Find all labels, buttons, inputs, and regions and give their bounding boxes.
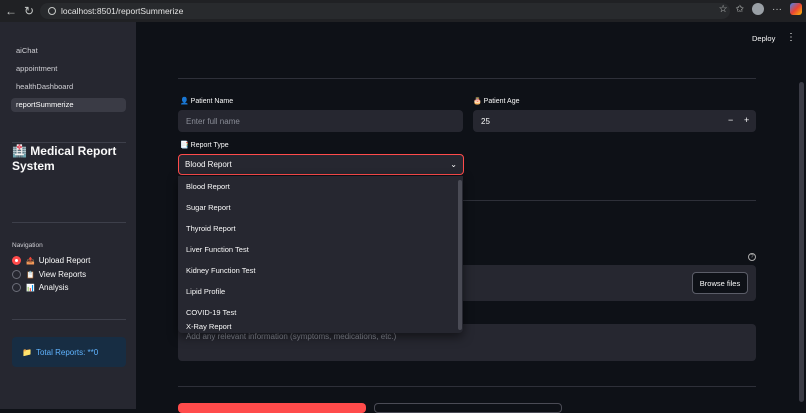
- dropdown-option[interactable]: Sugar Report: [178, 197, 463, 218]
- total-reports-text: Total Reports: **0: [35, 347, 99, 357]
- total-reports-info: 📁 Total Reports: **0: [12, 337, 126, 367]
- browser-right-icons: ☆ ✩ ···: [719, 3, 806, 15]
- patient-age-label: 🎂 Patient Age: [473, 98, 520, 105]
- dropdown-option[interactable]: Liver Function Test: [178, 239, 463, 260]
- sidebar-item-aichat[interactable]: aiChat: [11, 44, 126, 58]
- patient-name-placeholder: Enter full name: [186, 116, 240, 126]
- clipboard-icon: 📋: [26, 271, 35, 279]
- report-type-dropdown-menu: Blood Report Sugar Report Thyroid Report…: [178, 176, 463, 333]
- page-scrollbar[interactable]: [799, 82, 804, 402]
- patient-age-input[interactable]: 25: [473, 110, 756, 132]
- dropdown-scrollbar[interactable]: [458, 180, 462, 330]
- dropdown-option[interactable]: Lipid Profile: [178, 281, 463, 302]
- radio-label: Analysis: [38, 283, 69, 292]
- app-title: 🏥 Medical Report System: [12, 144, 130, 174]
- report-type-selected: Blood Report: [185, 160, 232, 169]
- radio-button-selected[interactable]: [12, 256, 21, 265]
- report-type-label: 📑 Report Type: [180, 142, 229, 149]
- navigation-label: Navigation: [12, 242, 43, 249]
- report-icon: 📑: [180, 142, 189, 149]
- gemini-icon[interactable]: [790, 3, 802, 15]
- sidebar-divider: [12, 142, 126, 143]
- increment-button[interactable]: +: [744, 115, 749, 125]
- report-type-select[interactable]: Blood Report ⌄: [178, 154, 464, 175]
- more-icon[interactable]: ···: [772, 4, 782, 15]
- main-menu-icon[interactable]: ⋮: [786, 32, 796, 43]
- help-icon[interactable]: ?: [748, 253, 756, 261]
- radio-button[interactable]: [12, 283, 21, 292]
- submit-button[interactable]: [178, 403, 366, 413]
- sidebar-item-healthdashboard[interactable]: healthDashboard: [11, 80, 126, 94]
- bar-chart-icon: 📊: [26, 284, 35, 292]
- notes-placeholder: Add any relevant information (symptoms, …: [186, 332, 397, 341]
- dropdown-option[interactable]: X-Ray Report: [178, 323, 463, 331]
- sidebar-item-appointment[interactable]: appointment: [11, 62, 126, 76]
- deploy-button[interactable]: Deploy: [752, 34, 775, 43]
- section-divider: [178, 386, 756, 387]
- secondary-button[interactable]: [374, 403, 562, 413]
- reload-icon[interactable]: ↻: [20, 2, 38, 20]
- folder-icon: 📁: [22, 347, 32, 357]
- radio-label: View Reports: [38, 270, 87, 279]
- radio-upload-report[interactable]: 📤 Upload Report: [12, 256, 90, 265]
- sidebar-divider: [12, 222, 126, 223]
- section-divider: [178, 78, 756, 79]
- upload-icon: 📤: [26, 257, 35, 265]
- app-title-text: Medical Report System: [12, 144, 117, 173]
- patient-name-input[interactable]: Enter full name: [178, 110, 463, 132]
- url-text: localhost:8501/reportSummerize: [61, 6, 184, 16]
- radio-button[interactable]: [12, 270, 21, 279]
- radio-analysis[interactable]: 📊 Analysis: [12, 283, 69, 292]
- favorites-icon[interactable]: ✩: [736, 4, 744, 15]
- dropdown-option[interactable]: Thyroid Report: [178, 218, 463, 239]
- sidebar-page-nav: aiChat appointment healthDashboard repor…: [11, 44, 126, 116]
- radio-label: Upload Report: [38, 256, 91, 265]
- patient-name-label: 👤 Patient Name: [180, 98, 234, 105]
- dropdown-option[interactable]: COVID-19 Test: [178, 302, 463, 323]
- dropdown-option[interactable]: Kidney Function Test: [178, 260, 463, 281]
- decrement-button[interactable]: −: [728, 115, 733, 125]
- calendar-icon: 🎂: [473, 98, 482, 105]
- browse-files-button[interactable]: Browse files: [692, 272, 748, 294]
- address-bar[interactable]: localhost:8501/reportSummerize: [40, 3, 730, 19]
- hospital-icon: 🏥: [12, 144, 27, 158]
- radio-view-reports[interactable]: 📋 View Reports: [12, 270, 86, 279]
- site-info-icon[interactable]: [48, 7, 56, 15]
- chevron-down-icon: ⌄: [450, 160, 457, 169]
- person-icon: 👤: [180, 98, 189, 105]
- bookmark-star-icon[interactable]: ☆: [719, 4, 728, 15]
- profile-avatar[interactable]: [752, 3, 764, 15]
- dropdown-option[interactable]: Blood Report: [178, 176, 463, 197]
- sidebar-item-reportsummerize[interactable]: reportSummerize: [11, 98, 126, 112]
- patient-age-value: 25: [481, 116, 490, 126]
- back-icon[interactable]: ←: [2, 2, 20, 20]
- sidebar-divider: [12, 319, 126, 320]
